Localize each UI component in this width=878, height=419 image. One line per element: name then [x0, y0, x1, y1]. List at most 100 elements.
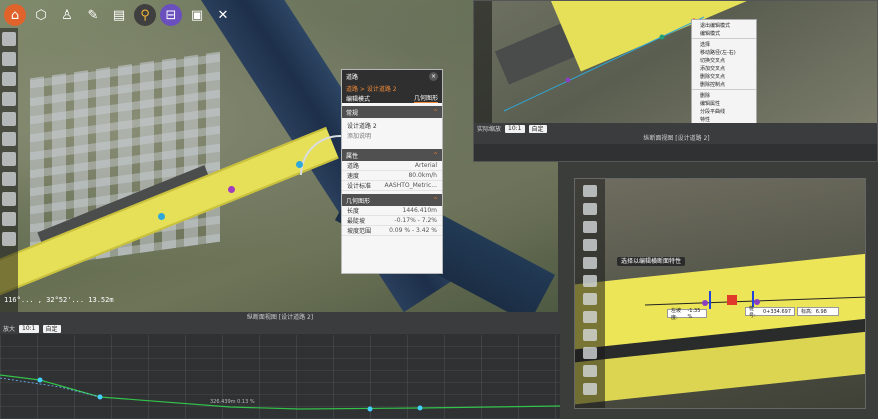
inset-edit-view: 退出编辑模式 编辑模式 选择 移动路径(左-右) 切换交叉点 添加交叉点 删除交…	[473, 0, 878, 162]
help-icon[interactable]	[583, 383, 597, 395]
menu-item[interactable]: 分段平曲线	[692, 107, 756, 115]
attr-row[interactable]: 速度 80.0km/h	[342, 171, 442, 181]
menu-item[interactable]: 删除控制点	[692, 80, 756, 88]
settings-icon[interactable]	[2, 232, 16, 246]
left-toolbar	[0, 28, 18, 312]
zoom-label: 放大	[3, 326, 16, 333]
menu-item[interactable]: 编辑模式	[692, 29, 756, 37]
building-icon[interactable]	[583, 257, 597, 269]
terrain-icon[interactable]	[583, 203, 597, 215]
menu-item[interactable]: 退出编辑模式	[692, 21, 756, 29]
close-icon[interactable]: ×	[429, 72, 438, 81]
bridge-icon[interactable]	[2, 92, 16, 106]
geo-row: 最陡坡 -0.17% - 7.2%	[342, 216, 442, 226]
road-tool-icon[interactable]: ⊟	[160, 4, 182, 26]
geo-value: 1446.410m	[402, 207, 437, 214]
export-icon[interactable]	[583, 347, 597, 359]
geo-value: -0.17% - 7.2%	[394, 217, 437, 224]
cube-icon[interactable]: ⬡	[30, 4, 52, 26]
geo-value: 0.09 % - 3.42 %	[389, 227, 437, 234]
station-field[interactable]: 桩号: 0+334.697	[745, 305, 795, 319]
profile-icon[interactable]	[2, 192, 16, 206]
field-label: 桩号:	[749, 305, 756, 319]
menu-item[interactable]: 特性	[692, 115, 756, 123]
left-slope-field[interactable]: 左坡度: -1.35 %	[667, 308, 707, 321]
field-value[interactable]: -1.35 %	[687, 308, 703, 320]
field-value[interactable]: 0+334.697	[763, 309, 791, 315]
terrain-icon[interactable]	[2, 52, 16, 66]
geo-row: 长度 1446.410m	[342, 206, 442, 216]
road-icon[interactable]	[583, 221, 597, 233]
add-description-link[interactable]: 添加说明	[347, 132, 437, 142]
pvi-point[interactable]	[37, 377, 43, 383]
cross-section-gizmo[interactable]	[575, 179, 866, 409]
pipe-icon[interactable]	[2, 132, 16, 146]
pvi-point[interactable]	[367, 406, 373, 412]
menu-item[interactable]: 添加交叉点	[692, 64, 756, 72]
menu-item[interactable]: 移动路径(左-右)	[692, 48, 756, 56]
camera-icon[interactable]: ▣	[186, 4, 208, 26]
control-point[interactable]	[565, 77, 571, 83]
pipe-icon[interactable]	[583, 275, 597, 287]
zoom-select[interactable]: 10:1	[19, 324, 39, 333]
tools-icon[interactable]: ✕	[212, 4, 234, 26]
inset-profile-view[interactable]: 实际缩放 10:1 自定 纵断面视图 [设计道路 2]	[474, 123, 877, 161]
zoom-select[interactable]: 10:1	[505, 124, 525, 133]
mode-select[interactable]: 自定	[42, 324, 61, 333]
export-icon[interactable]	[2, 212, 16, 226]
pen-icon[interactable]: ✎	[82, 4, 104, 26]
tab-edit-mode[interactable]: 编辑模式	[346, 94, 370, 103]
road-icon[interactable]	[2, 72, 16, 86]
building-icon[interactable]	[2, 112, 16, 126]
menu-item[interactable]: 选择	[692, 40, 756, 48]
attr-row[interactable]: 道路 Arterial	[342, 161, 442, 171]
measure-icon[interactable]: ⚲	[134, 4, 156, 26]
road-control-point[interactable]	[228, 186, 235, 193]
road-name[interactable]: 设计道路 2	[347, 122, 437, 132]
section-geometry[interactable]: 几何图形 ^	[342, 194, 442, 206]
layers-icon[interactable]	[583, 185, 597, 197]
pvi-point[interactable]	[417, 405, 423, 411]
inset2-3d-view[interactable]: 选择以编辑横断面特性 左坡度: -1.35 % 桩号: 0+334.697 标高: 6…	[575, 179, 866, 409]
profile-view[interactable]: 纵断面视图 [设计道路 2] 放大 10:1 自定 326.439m 0.13 …	[0, 313, 561, 419]
analysis-icon[interactable]	[583, 311, 597, 323]
menu-item[interactable]: 切换交叉点	[692, 56, 756, 64]
profile-toolbar: 放大 10:1 自定	[0, 323, 560, 334]
tab-geometry[interactable]: 几何图形	[413, 93, 438, 103]
field-value[interactable]: 6.98	[816, 309, 827, 315]
inset-3d-view[interactable]: 退出编辑模式 编辑模式 选择 移动路径(左-右) 切换交叉点 添加交叉点 删除交…	[474, 1, 877, 125]
road-control-point[interactable]	[296, 161, 303, 168]
bridge-icon[interactable]	[583, 239, 597, 251]
analysis-icon[interactable]	[2, 172, 16, 186]
menu-item[interactable]: 删除交叉点	[692, 72, 756, 80]
geo-label: 长度	[347, 208, 360, 215]
settings-icon[interactable]	[583, 365, 597, 377]
menu-item[interactable]: 删除	[692, 91, 756, 99]
tree-icon[interactable]	[583, 293, 597, 305]
section-general[interactable]: 常规 ^	[342, 106, 442, 118]
profile-title: 纵断面视图 [设计道路 2]	[0, 313, 560, 323]
profile-grid: 326.439m 0.13 %	[0, 335, 561, 419]
mode-select[interactable]: 自定	[528, 124, 547, 133]
centerline	[503, 16, 705, 112]
home-icon[interactable]: ⌂	[4, 4, 26, 26]
ruler-icon[interactable]: ▤	[108, 4, 130, 26]
pvi-point[interactable]	[97, 394, 103, 400]
road-control-point[interactable]	[158, 213, 165, 220]
inset2-left-toolbar	[575, 179, 605, 408]
breadcrumb[interactable]: 道路 > 设计道路 2	[342, 83, 442, 93]
inset-profile-title: 纵断面视图 [设计道路 2]	[474, 134, 877, 144]
control-point[interactable]	[659, 34, 665, 40]
coordinate-readout: 116°... , 32°52'... 13.52m	[4, 296, 114, 304]
walk-icon[interactable]: ♙	[56, 4, 78, 26]
attr-value: AASHTO_Metric...	[384, 182, 437, 189]
tree-icon[interactable]	[2, 152, 16, 166]
app-window: ⌂ ⬡ ♙ ✎ ▤ ⚲ ⊟ ▣ ✕ 116°... , 32°52'... 13…	[0, 0, 878, 419]
menu-separator	[692, 89, 756, 90]
attr-row[interactable]: 设计标准 AASHTO_Metric...	[342, 181, 442, 191]
section-attributes[interactable]: 属性 ^	[342, 149, 442, 161]
layers-icon[interactable]	[2, 32, 16, 46]
menu-item[interactable]: 编辑属性	[692, 99, 756, 107]
profile-icon[interactable]	[583, 329, 597, 341]
elevation-field[interactable]: 标高: 6.98	[797, 307, 839, 316]
